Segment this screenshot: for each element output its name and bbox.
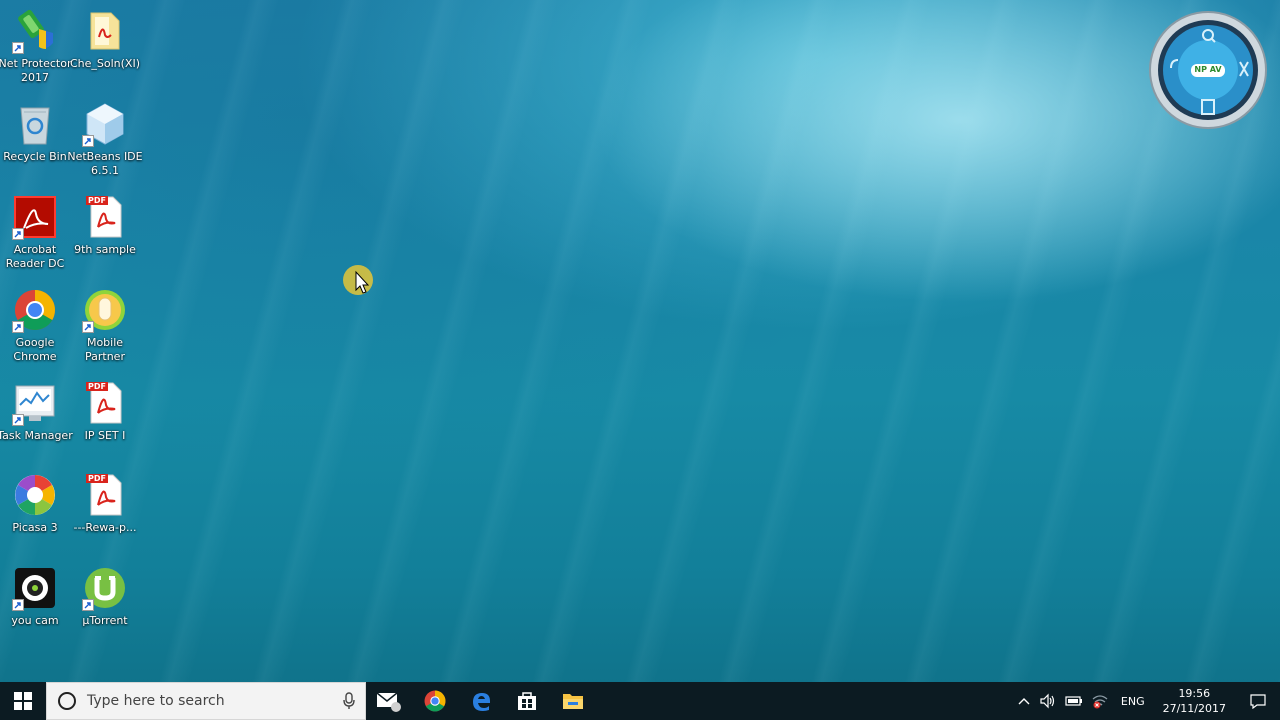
desktop-icons: Net Protector 2017 Che_Soln(XI) Recycle …	[0, 0, 150, 640]
edge-icon	[473, 693, 490, 711]
taskbar-store[interactable]	[504, 682, 550, 720]
desktop-icon-net-protector[interactable]: Net Protector 2017	[0, 8, 72, 92]
taskbar-search-box[interactable]: Type here to search	[46, 682, 366, 720]
shortcut-arrow-icon	[12, 599, 24, 611]
net-protector-icon	[12, 8, 58, 54]
desktop-icon-rewa[interactable]: PDF ---Rewa-p...	[70, 472, 140, 556]
desktop-icon-recycle-bin[interactable]: Recycle Bin	[0, 101, 70, 185]
desktop-icon-you-cam[interactable]: you cam	[0, 565, 70, 649]
picasa-icon	[12, 472, 58, 518]
chrome-icon	[424, 690, 446, 712]
desktop-icon-che-soln[interactable]: Che_Soln(XI)	[70, 8, 140, 92]
taskbar-file-explorer[interactable]	[550, 682, 596, 720]
clock[interactable]: 19:56 27/11/2017	[1153, 686, 1236, 716]
wallpaper	[0, 0, 1280, 682]
desktop-icon-mobile-partner[interactable]: Mobile Partner	[70, 287, 140, 371]
clock-time: 19:56	[1178, 687, 1211, 700]
desktop-icon-google-chrome[interactable]: Google Chrome	[0, 287, 70, 371]
mail-icon	[376, 692, 401, 712]
cortana-icon	[58, 692, 76, 710]
pdf-icon: PDF	[82, 472, 128, 518]
desktop-icon-label: Recycle Bin	[3, 150, 67, 163]
desktop-icon-label: you cam	[11, 614, 59, 627]
desktop-icon-utorrent[interactable]: µTorrent	[70, 565, 140, 649]
taskbar-mail[interactable]	[366, 682, 412, 720]
desktop-icon-ip-set-i[interactable]: PDF IP SET I	[70, 380, 140, 464]
desktop-icon-label: IP SET I	[84, 429, 126, 442]
volume-button[interactable]	[1035, 682, 1061, 720]
desktop-icon-task-manager[interactable]: Task Manager	[0, 380, 73, 464]
taskbar-chrome[interactable]	[412, 682, 458, 720]
battery-icon	[1065, 696, 1082, 706]
desktop-icon-label: µTorrent	[82, 614, 128, 627]
desktop-icon-label: Net Protector 2017	[0, 57, 72, 84]
desktop-icon-label: NetBeans IDE 6.5.1	[67, 150, 143, 177]
pdf-badge: PDF	[86, 196, 108, 205]
pdf-icon: PDF	[82, 194, 128, 240]
action-center-button[interactable]	[1236, 682, 1280, 720]
language-indicator[interactable]: ENG	[1113, 695, 1153, 708]
shortcut-arrow-icon	[82, 599, 94, 611]
desktop-icon-label: Task Manager	[0, 429, 73, 442]
mouse-cursor	[340, 264, 380, 304]
utorrent-icon	[82, 565, 128, 611]
pdf-badge: PDF	[86, 382, 108, 391]
acrobat-icon	[12, 194, 58, 240]
desktop-icon-label: Che_Soln(XI)	[69, 57, 141, 70]
desktop-icon-label: ---Rewa-p...	[73, 521, 137, 534]
desktop-icon-label: Picasa 3	[12, 521, 58, 534]
desktop-icon-label: Acrobat Reader DC	[5, 243, 65, 270]
shortcut-arrow-icon	[12, 321, 24, 333]
microphone-icon[interactable]	[343, 692, 355, 710]
speaker-icon	[1040, 693, 1054, 709]
clock-date: 27/11/2017	[1162, 702, 1226, 715]
show-hidden-icons-button[interactable]	[1013, 682, 1035, 720]
search-placeholder: Type here to search	[87, 693, 225, 709]
net-protector-widget[interactable]: NP AV	[1148, 10, 1268, 130]
store-icon	[518, 692, 536, 710]
network-button[interactable]	[1087, 682, 1113, 720]
desktop-icon-netbeans[interactable]: NetBeans IDE 6.5.1	[67, 101, 143, 185]
pdf-icon: PDF	[82, 380, 128, 426]
pdf-folder-icon	[82, 8, 128, 54]
taskbar-pinned-apps	[366, 682, 596, 720]
wifi-disconnected-icon	[1092, 695, 1108, 709]
shortcut-arrow-icon	[82, 321, 94, 333]
desktop-icon-picasa[interactable]: Picasa 3	[0, 472, 70, 556]
chrome-icon	[12, 287, 58, 333]
chevron-up-icon	[1018, 698, 1030, 705]
desktop-icon-9th-sample[interactable]: PDF 9th sample	[70, 194, 140, 278]
battery-button[interactable]	[1061, 682, 1087, 720]
system-tray: ENG 19:56 27/11/2017	[1013, 682, 1280, 720]
desktop-icon-label: Google Chrome	[13, 336, 57, 363]
start-button[interactable]	[0, 682, 46, 720]
widget-badge: NP AV	[1194, 65, 1222, 74]
shortcut-arrow-icon	[82, 135, 94, 147]
netbeans-icon	[82, 101, 128, 147]
taskbar-edge[interactable]	[458, 682, 504, 720]
recycle-bin-icon	[12, 101, 58, 147]
notification-icon	[1250, 694, 1266, 709]
taskbar: Type here to search ENG 19:56 27/11/2017	[0, 682, 1280, 720]
youcam-icon	[12, 565, 58, 611]
desktop-icon-acrobat[interactable]: Acrobat Reader DC	[0, 194, 70, 278]
mobile-partner-icon	[82, 287, 128, 333]
pdf-badge: PDF	[86, 474, 108, 483]
shortcut-arrow-icon	[12, 414, 24, 426]
file-explorer-icon	[563, 694, 583, 709]
shortcut-arrow-icon	[12, 228, 24, 240]
shortcut-arrow-icon	[12, 42, 24, 54]
desktop-icon-label: 9th sample	[74, 243, 136, 256]
windows-logo-icon	[14, 692, 32, 710]
desktop-icon-label: Mobile Partner	[85, 336, 125, 363]
task-manager-icon	[12, 380, 58, 426]
